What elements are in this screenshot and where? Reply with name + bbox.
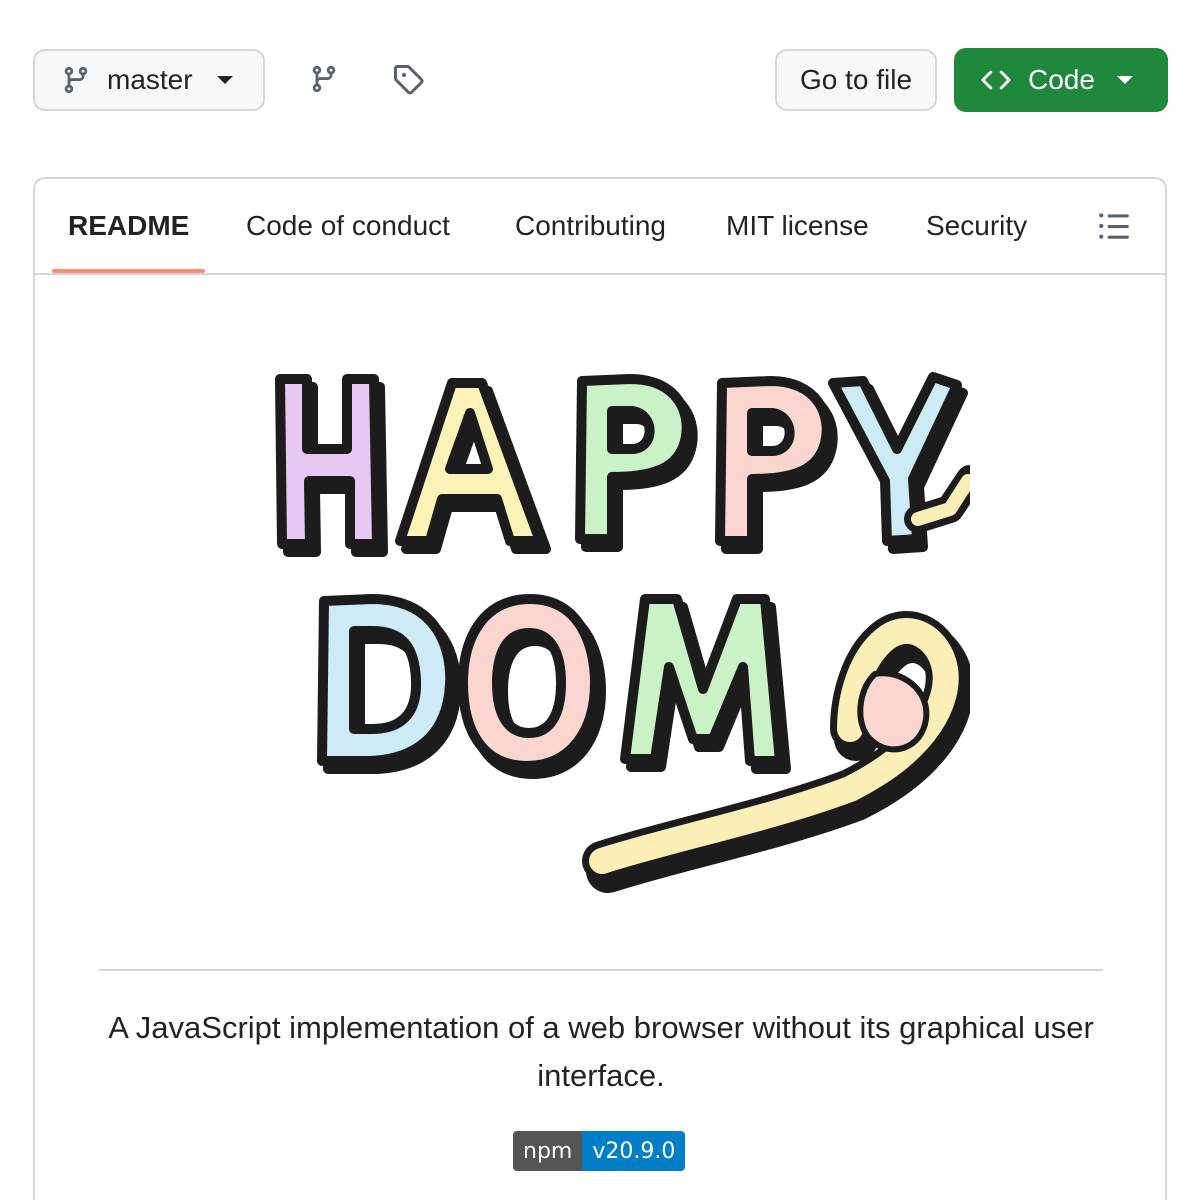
branch-label: master: [107, 64, 193, 95]
git-branch-icon: [64, 66, 88, 94]
readme-description: A JavaScript implementation of a web bro…: [108, 1010, 1094, 1093]
tab-readme[interactable]: README: [51, 179, 206, 273]
badge-label: npm: [513, 1131, 583, 1171]
branches-link[interactable]: [308, 62, 340, 96]
code-button-label: Code: [1028, 64, 1095, 95]
tab-contributing[interactable]: Contributing: [515, 179, 666, 273]
divider: [99, 969, 1103, 971]
chevron-down-icon: [216, 76, 233, 84]
list-unordered-icon[interactable]: [1097, 209, 1131, 243]
chevron-down-icon: [1116, 76, 1133, 84]
readme-tabbar: README Code of conduct Contributing MIT …: [35, 179, 1165, 275]
happy-dom-logo: [275, 372, 970, 893]
tab-mit-license[interactable]: MIT license: [726, 179, 869, 273]
npm-version-badge[interactable]: npm v20.9.0: [513, 1131, 686, 1171]
tab-security[interactable]: Security: [926, 179, 1027, 273]
code-icon: [981, 70, 1011, 90]
branch-select-button[interactable]: master: [33, 49, 265, 111]
git-branch-icon: [312, 65, 336, 93]
tab-code-of-conduct[interactable]: Code of conduct: [246, 179, 450, 273]
tag-icon: [394, 65, 424, 95]
readme-panel: README Code of conduct Contributing MIT …: [33, 177, 1167, 1200]
badge-value: v20.9.0: [582, 1131, 686, 1171]
tags-link[interactable]: [392, 62, 424, 96]
code-button[interactable]: Code: [954, 48, 1168, 112]
go-to-file-button[interactable]: Go to file: [775, 49, 937, 111]
